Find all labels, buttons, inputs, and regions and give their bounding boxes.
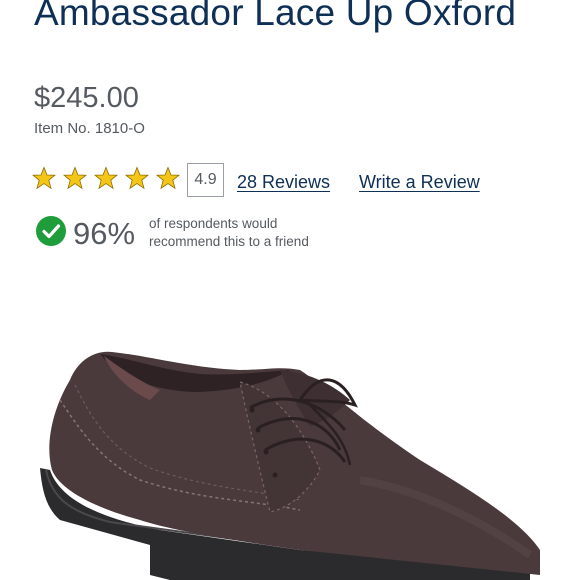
rating-row: 4.9 28 Reviews Write a Review [32,163,552,199]
recommend-text-line2: recommend this to a friend [149,234,309,249]
product-title: Ambassador Lace Up Oxford [34,0,517,33]
reviews-link[interactable]: 28 Reviews [237,172,330,193]
star-icon [63,166,87,190]
write-review-link[interactable]: Write a Review [359,172,480,193]
recommend-summary: 96% of respondents would recommend this … [36,213,436,253]
star-icon [125,166,149,190]
check-circle-icon [36,216,66,246]
product-price: $245.00 [34,82,139,114]
item-number: Item No. 1810-O [34,120,145,137]
recommend-text-line1: of respondents would [149,216,278,231]
rating-score: 4.9 [187,163,224,197]
star-icon [32,166,56,190]
recommend-text: of respondents would recommend this to a… [149,215,349,251]
star-icon [94,166,118,190]
star-icon [156,166,180,190]
shoe-image [40,351,540,580]
star-rating[interactable] [32,166,180,190]
recommend-percent: 96% [73,216,136,251]
